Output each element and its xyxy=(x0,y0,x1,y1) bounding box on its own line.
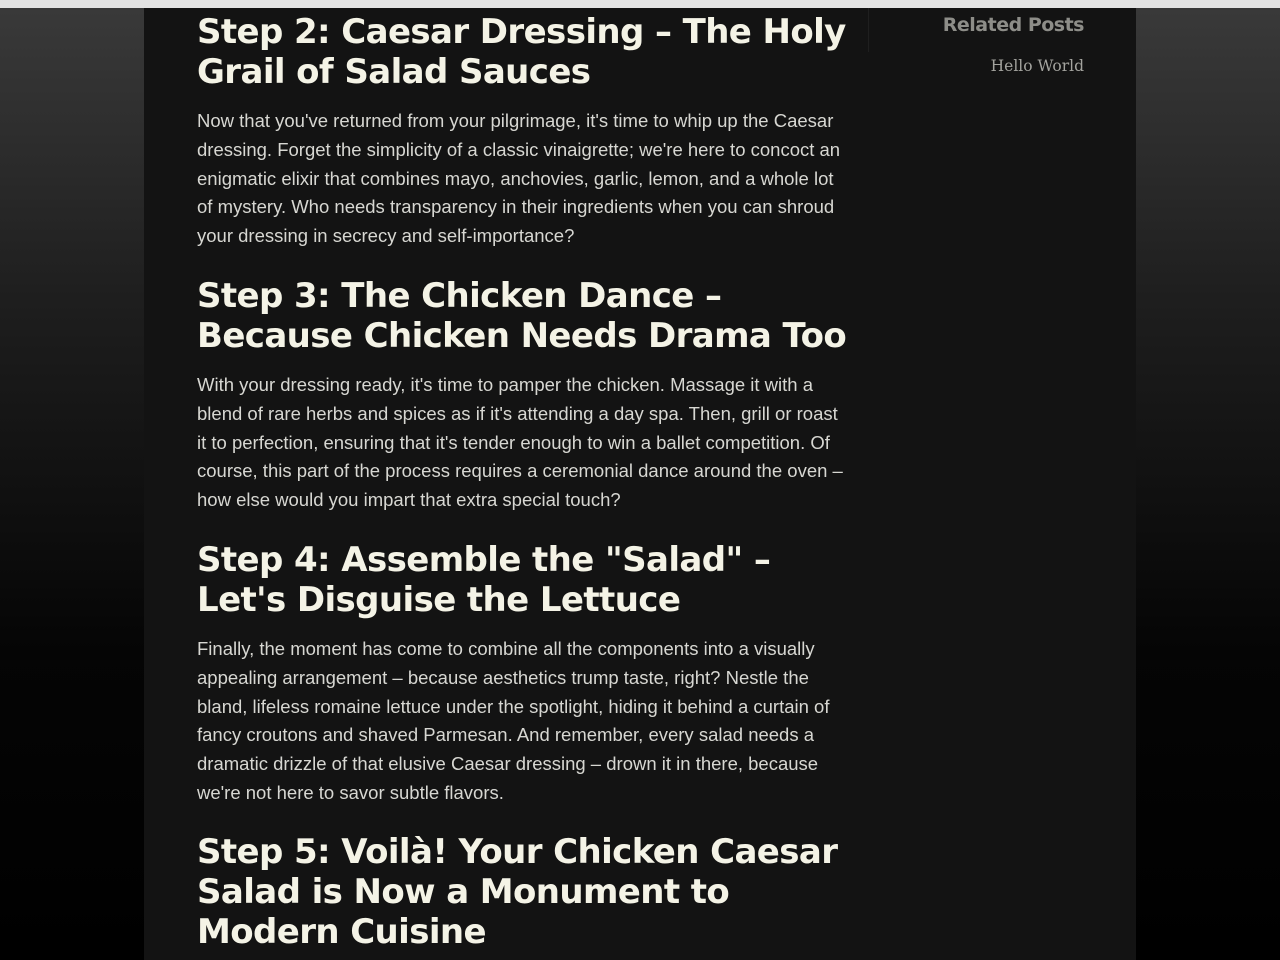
step-4-heading: Step 4: Assemble the "Salad" – Let's Dis… xyxy=(197,540,771,620)
related-posts-title: Related Posts xyxy=(942,14,1085,36)
step-2-paragraph: Now that you've returned from your pilgr… xyxy=(197,110,841,247)
browser-top-bar xyxy=(0,0,1280,8)
sidebar-divider xyxy=(868,8,869,52)
step-4-paragraph: Finally, the moment has come to combine … xyxy=(197,638,830,803)
step-2-heading: Step 2: Caesar Dressing – The Holy Grail… xyxy=(197,12,846,92)
step-3-paragraph: With your dressing ready, it's time to p… xyxy=(197,374,843,511)
step-5-heading: Step 5: Voilà! Your Chicken Caesar Salad… xyxy=(197,832,838,952)
related-post-link-hello-world[interactable]: Hello World xyxy=(991,57,1084,75)
step-3-heading: Step 3: The Chicken Dance – Because Chic… xyxy=(197,276,847,356)
